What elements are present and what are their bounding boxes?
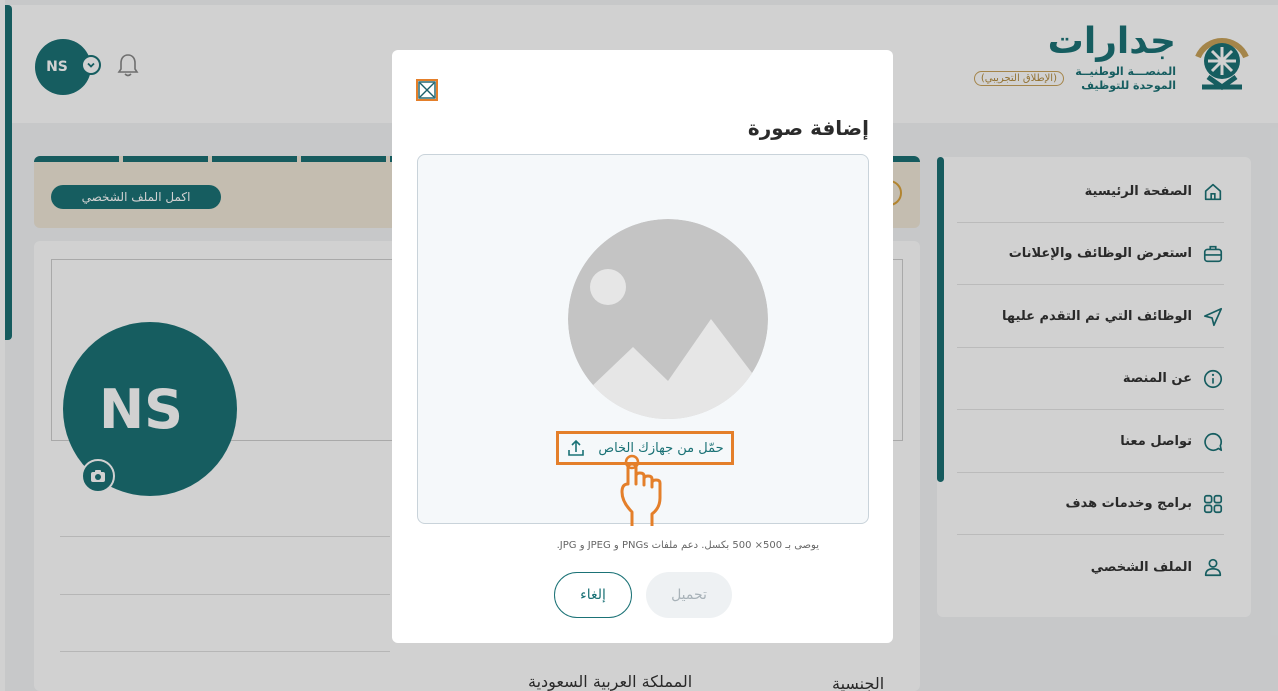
close-icon bbox=[418, 81, 436, 99]
cancel-button[interactable]: إلغاء bbox=[554, 572, 632, 618]
dialog-title: إضافة صورة bbox=[747, 116, 869, 140]
close-button[interactable] bbox=[416, 79, 438, 101]
upload-button[interactable]: تحميل bbox=[646, 572, 732, 618]
upload-icon bbox=[568, 439, 585, 456]
image-drop-zone[interactable]: حمّل من جهازك الخاص bbox=[417, 154, 869, 526]
pointer-hand-icon bbox=[620, 454, 662, 526]
file-requirements-hint: يوصى بـ 500× 500 بكسل. دعم ملفات PNGs و … bbox=[556, 540, 819, 551]
image-placeholder-icon bbox=[568, 219, 768, 419]
add-photo-dialog: إضافة صورة حمّل من جهازك الخاص يوصى بـ 5… bbox=[392, 50, 893, 643]
